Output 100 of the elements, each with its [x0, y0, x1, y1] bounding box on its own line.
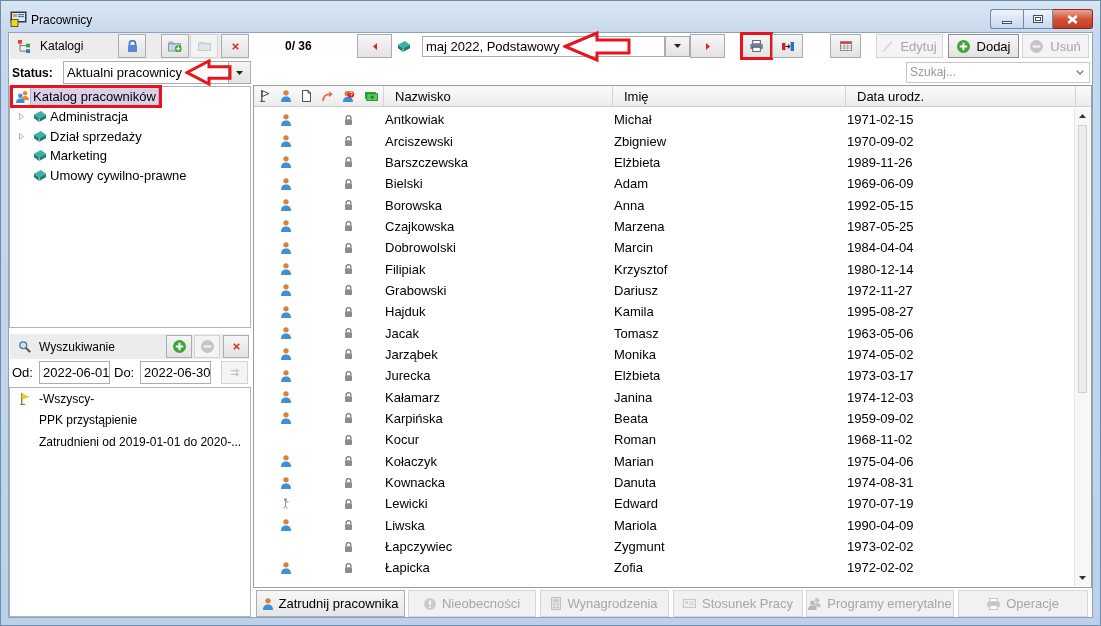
close-button[interactable]: [1053, 9, 1093, 29]
panel-title: Wyszukiwanie: [39, 339, 116, 354]
people-icon: [808, 597, 822, 610]
banknote-icon[interactable]: [364, 91, 378, 101]
caret-up-icon: [1079, 114, 1086, 118]
id-card-icon: [682, 599, 696, 608]
table-cell-text: 1971-02-15: [846, 112, 915, 128]
table-cell-text: Monika: [613, 346, 657, 362]
arrows-icon: [229, 368, 240, 377]
curved-arrow-icon[interactable]: [322, 90, 333, 102]
table-cell-text: Dobrowolski: [384, 240, 457, 256]
filter-item[interactable]: -Wszyscy-: [37, 390, 97, 407]
table-cell-text: Jurecka: [384, 368, 432, 384]
table-cell-text: Kołaczyk: [384, 453, 439, 469]
table-cell-text: 1974-12-03: [846, 389, 915, 405]
plus-icon: [172, 340, 186, 353]
pencil-icon: [882, 40, 894, 52]
expand-arrow-icon[interactable]: [19, 132, 24, 140]
scrollbar[interactable]: [1074, 108, 1090, 586]
table-cell-text: Beata: [613, 411, 649, 426]
table-cell-text: Zbigniew: [613, 133, 668, 149]
columns-button[interactable]: [830, 34, 861, 58]
printer-icon: [750, 40, 763, 52]
table-cell-text: Tomasz: [613, 325, 660, 341]
action-button[interactable]: Zatrudnij pracownika: [256, 590, 405, 617]
print-button[interactable]: [740, 32, 773, 60]
table-cell-text: Kamila: [613, 304, 655, 320]
column-header[interactable]: Imię: [612, 86, 845, 106]
table-cell-text: Barszczewska: [384, 154, 470, 170]
record-counter: 0/ 36: [285, 39, 313, 53]
lock-icon: [127, 40, 137, 52]
tree-item[interactable]: Dział sprzedaży: [47, 126, 145, 146]
tree-item[interactable]: Marketing: [47, 146, 111, 166]
add-button[interactable]: Dodaj: [948, 34, 1019, 58]
window-title: Pracownicy: [31, 13, 93, 27]
chevron-down-icon[interactable]: [1076, 69, 1084, 75]
tree-item[interactable]: Umowy cywilno-prawne: [47, 165, 190, 185]
table-cell-text: 1973-03-17: [846, 368, 915, 384]
table-cell-text: 1984-04-04: [846, 240, 915, 256]
table-cell-text: Kałamarz: [384, 389, 441, 405]
status-dropdown[interactable]: Aktualni pracownicy: [63, 61, 229, 84]
filter-item[interactable]: PPK przystąpienie: [37, 412, 140, 429]
maximize-icon: [1033, 15, 1043, 23]
lock-button[interactable]: [118, 34, 146, 58]
export-button[interactable]: [772, 34, 803, 58]
book-icon: [34, 130, 46, 142]
search-field[interactable]: Szukaj...: [906, 61, 1090, 83]
dropdown-button[interactable]: [665, 35, 690, 57]
minus-icon: [1030, 39, 1044, 53]
column-header[interactable]: Data urodz.: [845, 86, 1075, 106]
table-cell-text: 1987-05-25: [846, 218, 915, 234]
book-icon: [34, 111, 46, 123]
scrollbar-thumb[interactable]: [1078, 125, 1087, 393]
table-cell-text: 1963-05-06: [846, 325, 915, 341]
table-cell-text: Borowska: [384, 197, 444, 213]
table-cell-text: 1995-08-27: [846, 304, 915, 320]
previous-button[interactable]: [357, 34, 392, 58]
table-cell-text: Czajkowska: [384, 218, 456, 234]
table-cell-text: Marcin: [613, 240, 654, 256]
delete-button[interactable]: [223, 335, 249, 358]
maximize-button[interactable]: [1023, 9, 1053, 29]
document-icon[interactable]: [302, 90, 311, 102]
table-cell-text: 1992-05-15: [846, 197, 915, 213]
tree-item[interactable]: Administracja: [47, 107, 132, 127]
table-cell-text: Krzysztof: [613, 261, 669, 277]
table-cell-text: Bielski: [384, 176, 424, 192]
person-question-icon[interactable]: [342, 90, 355, 102]
table-cell-text: 1969-06-09: [846, 176, 915, 192]
minimize-button[interactable]: [990, 9, 1023, 29]
book-icon: [34, 169, 46, 181]
table-cell-text: Mariola: [613, 517, 658, 533]
column-header[interactable]: Nazwisko: [383, 86, 612, 106]
add-button[interactable]: [166, 335, 192, 358]
table-cell-text: Zygmunt: [613, 539, 666, 555]
table-cell-text: Marzena: [613, 218, 666, 234]
caret-down-icon: [1079, 576, 1086, 580]
person-icon: [262, 597, 273, 610]
panel-title: Katalogi: [40, 39, 85, 53]
close-icon: [231, 42, 239, 50]
field-label: Do:: [114, 365, 136, 380]
expand-arrow-icon[interactable]: [19, 113, 24, 121]
table-cell-text: Kownacka: [384, 475, 446, 490]
field-label: Status:: [11, 65, 54, 80]
table-cell-text: 1990-04-09: [846, 517, 915, 533]
table-icon: [839, 41, 852, 51]
table-cell-text: 1970-09-02: [846, 133, 915, 149]
plus-icon: [956, 39, 970, 53]
table-cell-text: Adam: [613, 176, 649, 192]
table-cell-text: 1980-12-14: [846, 261, 915, 277]
people-icon: [16, 90, 29, 103]
date-field[interactable]: 2022-06-30: [140, 361, 211, 384]
person-icon[interactable]: [280, 90, 291, 102]
table-cell-text: Roman: [613, 432, 657, 448]
date-field[interactable]: 2022-06-01: [39, 361, 110, 384]
table-cell-text: Jarząbek: [384, 346, 439, 362]
filter-item[interactable]: Zatrudnieni od 2019-01-01 do 2020-...: [37, 433, 244, 450]
period-dropdown[interactable]: maj 2022, Podstawowy: [422, 35, 665, 57]
add-folder-button[interactable]: [161, 34, 189, 58]
flag-icon[interactable]: [259, 90, 270, 102]
table-cell-text: 1959-09-02: [846, 411, 915, 426]
